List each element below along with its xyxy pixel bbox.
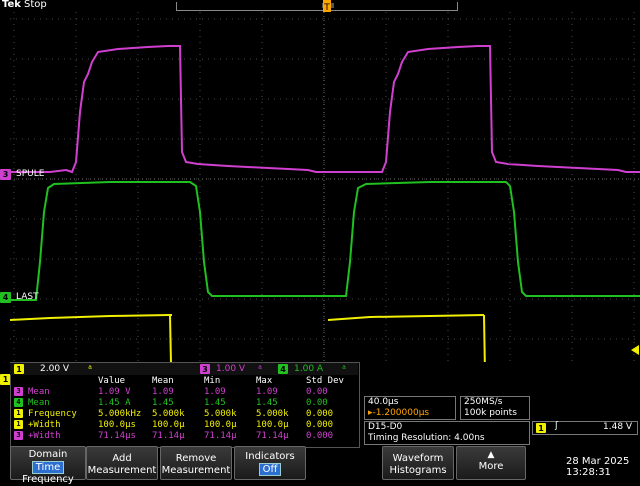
timing-resolution: Timing Resolution: 4.00ns xyxy=(368,433,485,443)
measurement-source-badge: 1 xyxy=(14,409,23,418)
measurement-std: 0.000 xyxy=(306,409,334,419)
ch3-trace-a xyxy=(10,45,326,174)
measurement-source-badge: 4 xyxy=(14,398,23,407)
ch1-scale-value[interactable]: 2.00 V xyxy=(40,364,69,374)
measurement-mean: 1.09 xyxy=(152,387,174,397)
ch3-label: SPULE xyxy=(16,169,45,179)
measurement-value: 5.000kHz xyxy=(98,409,142,419)
ch1-scale-badge[interactable]: 1 xyxy=(14,364,24,374)
ch3-scale-badge[interactable]: 3 xyxy=(200,364,210,374)
measurement-name: +Width xyxy=(28,420,61,430)
measurement-source-badge: 3 xyxy=(14,387,23,396)
measurement-max: 1.45 xyxy=(256,398,278,408)
remove-measurement-l2: Measurement xyxy=(161,465,231,476)
measurement-value: 71.14µs xyxy=(98,431,136,441)
measurement-max: 100.0µ xyxy=(256,420,289,430)
measurement-source-badge: 1 xyxy=(14,420,23,429)
indicators-label: Indicators xyxy=(245,451,295,462)
measurement-value: 1.45 A xyxy=(98,398,131,408)
record-length: 100k points xyxy=(464,408,517,418)
date-time: 28 Mar 2025 13:28:31 xyxy=(566,456,638,478)
ch4-trace xyxy=(10,181,640,301)
trigger-source-badge: 1 xyxy=(536,423,546,433)
more-label: More xyxy=(478,461,504,472)
add-measurement-button[interactable]: Add Measurement xyxy=(86,446,158,480)
measurement-std: 0.000 xyxy=(306,420,334,430)
measurement-name: Mean xyxy=(28,387,50,397)
add-measurement-l1: Add xyxy=(112,453,132,464)
acquisition-state: Stop xyxy=(24,0,47,10)
bus-name: D15-D0 xyxy=(368,422,403,432)
indicators-off-option: Off xyxy=(258,463,282,476)
domain-time-option: Time xyxy=(31,461,65,474)
measurement-min: 100.0µ xyxy=(204,420,237,430)
ch1-trace-b xyxy=(327,314,485,321)
measurement-min: 71.14µ xyxy=(204,431,237,441)
measurement-name: +Width xyxy=(28,431,61,441)
remove-measurement-button[interactable]: Remove Measurement xyxy=(160,446,232,480)
trigger-level-icon[interactable] xyxy=(631,345,639,355)
sample-rate: 250MS/s xyxy=(464,397,503,407)
measurement-value: 1.09 V xyxy=(98,387,131,397)
ch4-scale-value[interactable]: 1.00 A xyxy=(294,364,323,374)
measurement-std: 0.000 xyxy=(306,431,334,441)
measurement-std: 0.00 xyxy=(306,387,328,397)
col-mean-header: Mean xyxy=(152,376,174,386)
bus-readout[interactable]: D15-D0 Timing Resolution: 4.00ns xyxy=(364,421,530,445)
more-button[interactable]: ▲ More xyxy=(456,446,526,480)
measurement-min: 1.09 xyxy=(204,387,226,397)
more-arrow-icon: ▲ xyxy=(487,450,495,460)
time: 13:28:31 xyxy=(566,467,611,478)
ch3-scale-value[interactable]: 1.00 V xyxy=(216,364,245,374)
ch4-label: LAST xyxy=(16,292,39,302)
domain-frequency-option: Frequency xyxy=(22,474,74,485)
measurement-mean: 100.0µ xyxy=(152,420,185,430)
ch3-trace-b xyxy=(326,45,640,173)
ch1-trace-a xyxy=(10,314,172,321)
col-max-header: Max xyxy=(256,376,273,386)
measurement-name: Mean xyxy=(28,398,50,408)
add-measurement-l2: Measurement xyxy=(87,465,157,476)
waveform-histograms-l2: Histograms xyxy=(389,465,447,476)
brand-logo: Tek xyxy=(2,0,21,10)
col-min-header: Min xyxy=(204,376,221,386)
trigger-level-value: 1.48 V xyxy=(603,422,633,432)
domain-label: Domain xyxy=(28,449,68,460)
measurement-mean: 71.14µ xyxy=(152,431,185,441)
measurement-name: Frequency xyxy=(28,409,77,419)
col-value-header: Value xyxy=(98,376,126,386)
trigger-slope-icon: ʃ xyxy=(555,421,559,431)
measurement-max: 71.14µ xyxy=(256,431,289,441)
acquisition-readout[interactable]: 250MS/s 100k points xyxy=(460,396,530,420)
waveform-traces xyxy=(10,45,640,362)
graticule-grid xyxy=(10,12,640,362)
measurement-min: 5.000k xyxy=(204,409,237,419)
horizontal-readout[interactable]: 40.0µs ▸-1.200000µs xyxy=(364,396,456,420)
date: 28 Mar 2025 xyxy=(566,456,630,467)
trigger-readout[interactable]: 1 ʃ 1.48 V xyxy=(532,421,638,435)
measurement-source-badge: 3 xyxy=(14,431,23,440)
measurement-mean: 5.000k xyxy=(152,409,185,419)
remove-measurement-l1: Remove xyxy=(175,453,217,464)
domain-softkey[interactable]: Domain Time Frequency xyxy=(10,446,86,485)
measurement-min: 1.45 xyxy=(204,398,226,408)
channel-scale-bar: 1 2.00 V ͣ 3 1.00 V ͣ 4 1.00 A ͣ xyxy=(10,363,358,375)
measurement-max: 1.09 xyxy=(256,387,278,397)
measurement-std: 0.00 xyxy=(306,398,328,408)
indicators-softkey[interactable]: Indicators Off xyxy=(234,446,306,480)
ch1-trace-edge xyxy=(169,314,172,362)
measurement-max: 5.000k xyxy=(256,409,289,419)
ch4-scale-badge[interactable]: 4 xyxy=(278,364,288,374)
measurement-value: 100.0µs xyxy=(98,420,136,430)
horizontal-delay: ▸-1.200000µs xyxy=(368,408,430,418)
horizontal-scale: 40.0µs xyxy=(368,397,399,407)
waveform-histograms-button[interactable]: Waveform Histograms xyxy=(382,446,454,480)
waveform-histograms-l1: Waveform xyxy=(392,453,444,464)
waveform-graticule[interactable] xyxy=(10,12,640,362)
record-view-bar xyxy=(176,2,458,11)
col-stddev-header: Std Dev xyxy=(306,376,344,386)
measurement-mean: 1.45 xyxy=(152,398,174,408)
